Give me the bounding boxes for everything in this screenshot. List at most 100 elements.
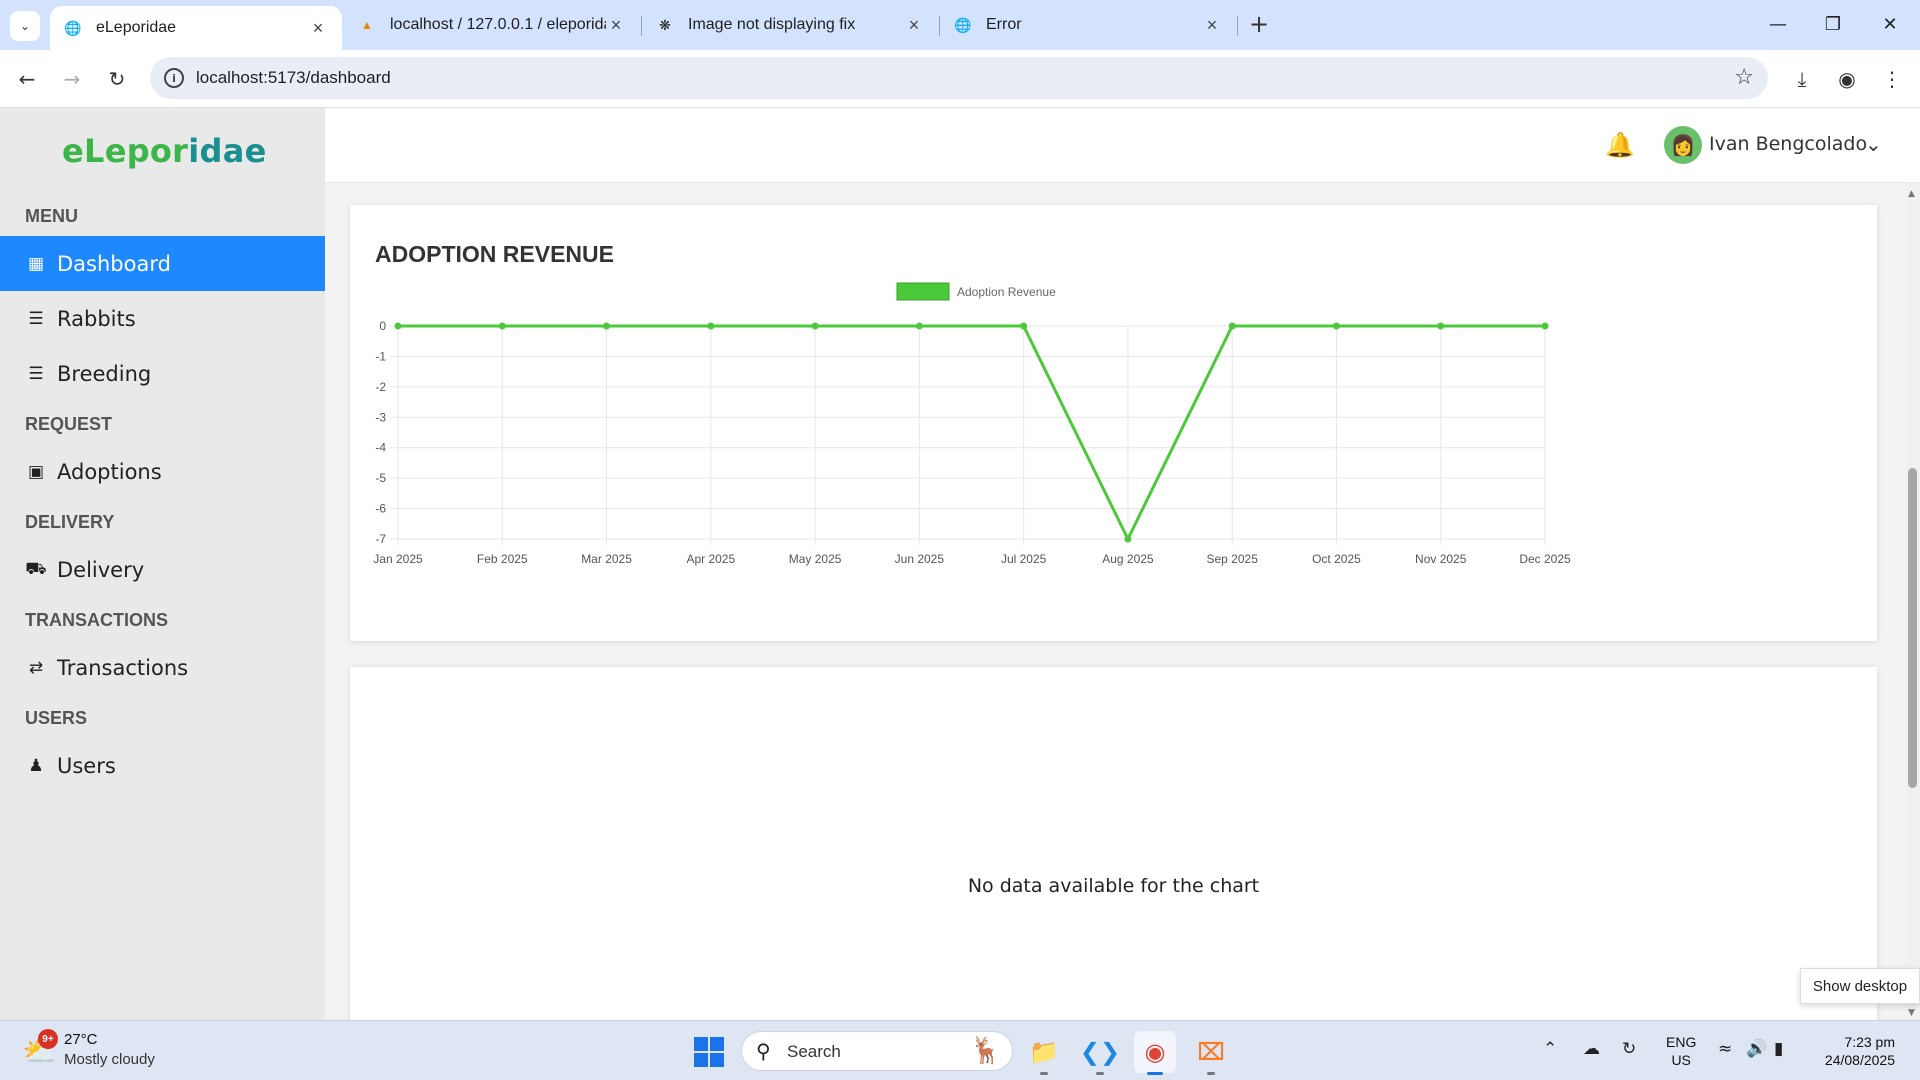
app-logo[interactable]: eLeporidae bbox=[62, 132, 267, 170]
globe-icon: 🌐 bbox=[64, 19, 82, 36]
minimize-button[interactable]: — bbox=[1758, 8, 1798, 40]
site-info-icon[interactable]: i bbox=[164, 68, 184, 88]
y-tick-label: -5 bbox=[375, 471, 386, 485]
restore-button[interactable]: ❐ bbox=[1813, 8, 1853, 40]
tab-search-button[interactable]: ⌄ bbox=[10, 11, 40, 41]
language-indicator[interactable]: ENG US bbox=[1666, 1033, 1696, 1069]
chevron-up-icon[interactable]: ⌃ bbox=[1543, 1039, 1557, 1059]
app-header: 🔔 👩 Ivan Bengcolado ⌄ bbox=[325, 108, 1920, 183]
close-tab-icon[interactable]: × bbox=[606, 15, 626, 36]
profile-icon[interactable]: ◉ bbox=[1831, 63, 1863, 95]
data-point bbox=[1020, 322, 1028, 330]
data-point bbox=[811, 322, 819, 330]
globe-icon: 🌐 bbox=[954, 16, 972, 33]
download-icon[interactable]: ⤓ bbox=[1786, 63, 1818, 95]
speaker-icon[interactable]: 🔊 bbox=[1746, 1039, 1767, 1059]
chevron-down-icon: ⌄ bbox=[19, 19, 31, 33]
wifi-icon[interactable]: ≈ bbox=[1718, 1039, 1732, 1059]
sidebar-item-label: Users bbox=[57, 753, 116, 778]
x-tick-label: Feb 2025 bbox=[477, 552, 528, 566]
y-tick-label: -7 bbox=[375, 532, 386, 546]
more-menu-icon[interactable]: ⋮ bbox=[1876, 63, 1908, 95]
logo-text-part1: eLepor bbox=[62, 132, 189, 170]
deer-search-highlight-icon: 🦌 bbox=[969, 1036, 1002, 1066]
tab-error[interactable]: 🌐 Error × bbox=[940, 6, 1236, 44]
revenue-card: ADOPTION REVENUE 0 -1 -2 -3 -4 -5 -6 -7 Jan 2025… bbox=[350, 205, 1877, 641]
sidebar-item-transactions[interactable]: ⇄ Transactions bbox=[0, 640, 325, 695]
close-tab-icon[interactable]: × bbox=[1202, 15, 1222, 36]
tab-title: eLeporidae bbox=[96, 19, 177, 36]
x-tick-label: Mar 2025 bbox=[581, 552, 632, 566]
windows-taskbar: ⛅ 9+ 27°C Mostly cloudy ⚲ Search 🦌 📁 ❮❯ … bbox=[0, 1020, 1920, 1080]
close-window-button[interactable]: ✕ bbox=[1870, 8, 1910, 40]
reload-button[interactable]: ↻ bbox=[101, 63, 133, 95]
card-title: ADOPTION REVENUE bbox=[375, 241, 614, 267]
sidebar-item-delivery[interactable]: ⛟ Delivery bbox=[0, 542, 325, 597]
xampp-icon[interactable]: ⌧ bbox=[1190, 1031, 1232, 1075]
openai-icon: ❋ bbox=[659, 16, 671, 33]
sidebar-item-label: Delivery bbox=[57, 557, 145, 582]
vscode-icon[interactable]: ❮❯ bbox=[1079, 1031, 1121, 1075]
battery-icon[interactable]: ▮ bbox=[1774, 1039, 1783, 1059]
sidebar-item-adoptions[interactable]: ▣ Adoptions bbox=[0, 444, 325, 499]
sidebar-item-rabbits[interactable]: ☰ Rabbits bbox=[0, 291, 325, 346]
weather-condition[interactable]: Mostly cloudy bbox=[64, 1051, 155, 1068]
list-icon: ☰ bbox=[28, 308, 44, 329]
language-code: ENG bbox=[1666, 1034, 1697, 1050]
bell-icon[interactable]: 🔔 bbox=[1605, 131, 1635, 159]
tab-title: Error bbox=[986, 16, 1022, 33]
data-point bbox=[915, 322, 923, 330]
data-point bbox=[603, 322, 611, 330]
clock-time: 7:23 pm bbox=[1844, 1034, 1895, 1050]
onedrive-cloud-icon[interactable]: ☁ bbox=[1583, 1039, 1600, 1059]
sidebar-item-dashboard[interactable]: ▦ Dashboard bbox=[0, 236, 325, 291]
x-tick-label: Sep 2025 bbox=[1206, 552, 1258, 566]
url-text[interactable]: localhost:5173/dashboard bbox=[196, 68, 391, 88]
scrollbar-thumb[interactable] bbox=[1908, 468, 1917, 788]
address-bar[interactable]: i localhost:5173/dashboard ☆ bbox=[150, 57, 1768, 99]
x-tick-label: Nov 2025 bbox=[1415, 552, 1467, 566]
new-tab-button[interactable]: + bbox=[1245, 10, 1273, 38]
tab-eleporidae[interactable]: 🌐 eLeporidae × bbox=[50, 6, 342, 50]
file-explorer-icon[interactable]: 📁 bbox=[1023, 1031, 1065, 1075]
avatar[interactable]: 👩 bbox=[1664, 126, 1702, 164]
bookmark-star-icon[interactable]: ☆ bbox=[1734, 65, 1754, 90]
x-tick-label: Oct 2025 bbox=[1312, 552, 1361, 566]
region-code: US bbox=[1671, 1052, 1691, 1068]
tab-phpmyadmin[interactable]: ▲ localhost / 127.0.0.1 / eleporida × bbox=[344, 6, 640, 44]
tab-title: Image not displaying fix bbox=[688, 16, 856, 33]
data-point bbox=[394, 322, 402, 330]
scroll-down-arrow-icon[interactable]: ▼ bbox=[1908, 1008, 1915, 1018]
close-tab-icon[interactable]: × bbox=[308, 18, 328, 39]
logo-text-part2: idae bbox=[188, 132, 267, 170]
clock-date: 24/08/2025 bbox=[1824, 1052, 1895, 1068]
data-point bbox=[1437, 322, 1445, 330]
sidebar-item-users[interactable]: ♟ Users bbox=[0, 738, 325, 793]
forward-button[interactable]: → bbox=[56, 63, 88, 95]
data-point bbox=[1541, 322, 1549, 330]
browser-tab-bar: ⌄ 🌐 eLeporidae × ▲ localhost / 127.0.0.1… bbox=[0, 0, 1920, 50]
scroll-up-arrow-icon[interactable]: ▲ bbox=[1908, 189, 1915, 199]
sync-icon[interactable]: ↻ bbox=[1622, 1039, 1636, 1059]
close-tab-icon[interactable]: × bbox=[904, 15, 924, 36]
chrome-icon[interactable]: ◉ bbox=[1134, 1031, 1176, 1075]
weather-temperature[interactable]: 27°C bbox=[64, 1031, 98, 1048]
user-name[interactable]: Ivan Bengcolado bbox=[1709, 133, 1867, 155]
sidebar-item-label: Breeding bbox=[57, 361, 152, 386]
back-button[interactable]: ← bbox=[11, 63, 43, 95]
sidebar-item-breeding[interactable]: ☰ Breeding bbox=[0, 346, 325, 401]
data-point bbox=[1332, 322, 1340, 330]
system-clock[interactable]: 7:23 pm 24/08/2025 bbox=[1815, 1033, 1895, 1069]
y-tick-label: -2 bbox=[375, 380, 386, 394]
tab-image-fix[interactable]: ❋ Image not displaying fix × bbox=[642, 6, 938, 44]
chevron-down-icon[interactable]: ⌄ bbox=[1865, 132, 1882, 156]
no-data-message: No data available for the chart bbox=[967, 875, 1260, 897]
browser-toolbar: ← → ↻ i localhost:5173/dashboard ☆ ⤓ ◉ ⋮ bbox=[0, 50, 1920, 108]
windows-start-icon[interactable] bbox=[694, 1037, 724, 1067]
section-label-menu: MENU bbox=[25, 206, 78, 226]
page-scrollbar[interactable]: ▲ ▼ bbox=[1905, 183, 1920, 1020]
main-content: ADOPTION REVENUE 0 -1 -2 -3 -4 -5 -6 -7 Jan 2025… bbox=[325, 183, 1905, 1020]
show-desktop-tooltip: Show desktop bbox=[1800, 968, 1920, 1004]
taskbar-search-box[interactable]: ⚲ Search 🦌 bbox=[741, 1031, 1013, 1071]
x-tick-label: Aug 2025 bbox=[1102, 552, 1154, 566]
